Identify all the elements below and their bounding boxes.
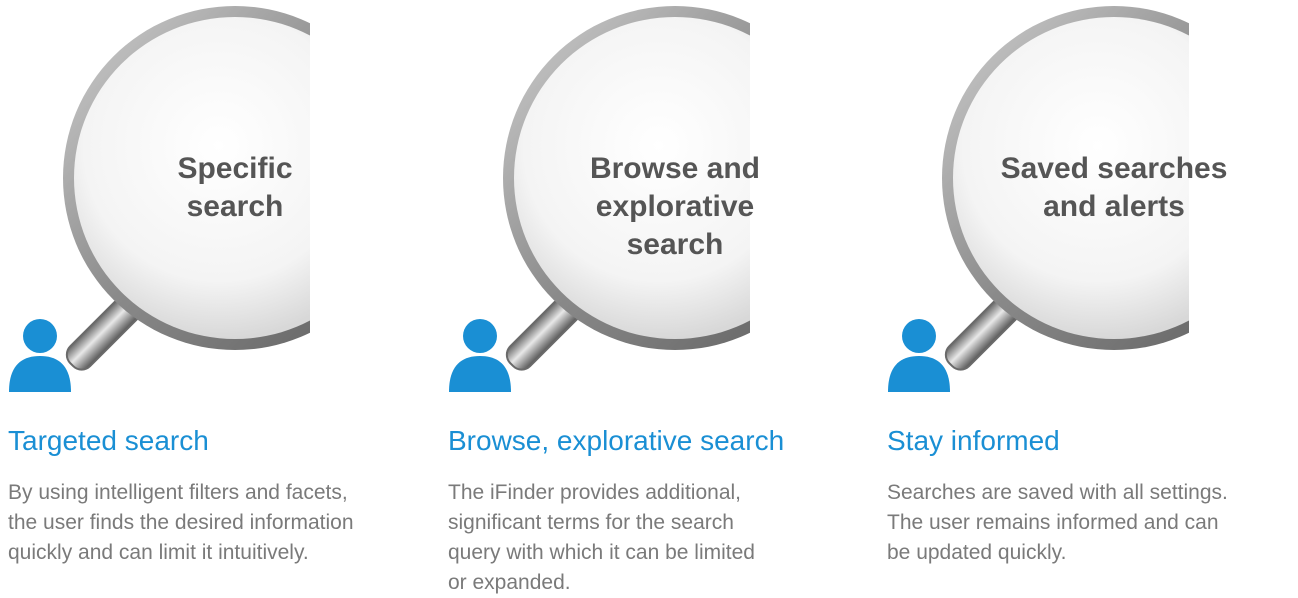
lens-label: Browse and explorative search — [589, 152, 761, 261]
feature-description: By using intelligent filters and facets,… — [8, 481, 354, 564]
user-icon — [449, 319, 511, 392]
feature-card-browse-search: Browse and explorative search Browse, ex… — [440, 0, 860, 598]
feature-title: Stay informed — [887, 425, 1060, 456]
feature-card-stay-informed: Saved searches and alerts Stay informed … — [879, 0, 1298, 598]
feature-title: Browse, explorative search — [448, 425, 785, 456]
user-icon — [888, 319, 950, 392]
feature-title: Targeted search — [8, 425, 209, 456]
feature-overview: Specific search Targeted search By using… — [0, 0, 1298, 598]
feature-card-targeted-search: Specific search Targeted search By using… — [0, 0, 420, 598]
lens-label: Saved searches and alerts — [1000, 152, 1228, 223]
user-icon — [9, 319, 71, 392]
feature-description: The iFinder provides additional, signifi… — [448, 481, 755, 594]
lens-label: Specific search — [177, 152, 293, 223]
feature-description: Searches are saved with all settings. Th… — [887, 481, 1228, 564]
